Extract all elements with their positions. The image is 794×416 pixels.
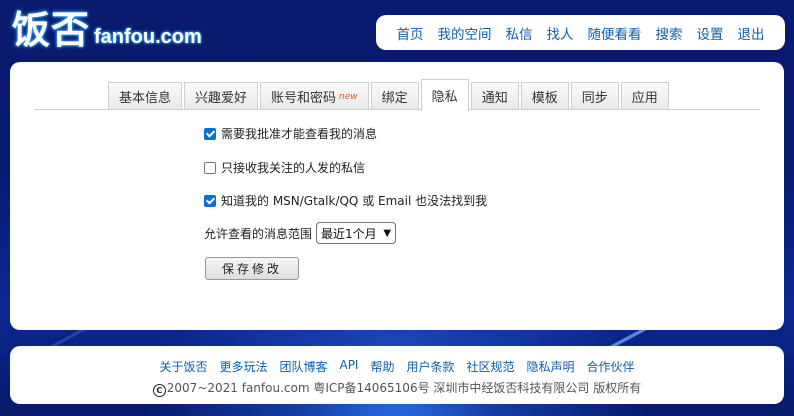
tab-label: 同步 xyxy=(581,91,608,106)
checkbox-dm-following-only[interactable] xyxy=(204,161,216,174)
tab-binding[interactable]: 绑定 xyxy=(370,82,419,110)
logo-chinese: 饭否 xyxy=(12,8,91,52)
tab-label: 绑定 xyxy=(381,91,408,106)
tab-label: 兴趣爱好 xyxy=(195,91,248,106)
tab-label: 应用 xyxy=(631,91,658,106)
checkbox-hide-from-search[interactable] xyxy=(204,194,216,207)
nav-home[interactable]: 首页 xyxy=(390,23,431,43)
settings-tabs: 基本信息 兴趣爱好 账号和密码 new 绑定 隐私 通知 模板 同步 应用 xyxy=(108,78,669,111)
footer-link-api[interactable]: API xyxy=(333,358,364,375)
footer-link-partners[interactable]: 合作伙伴 xyxy=(581,358,641,375)
option-label: 需要我批准才能查看我的消息 xyxy=(221,127,378,141)
footer-link-privacy[interactable]: 隐私声明 xyxy=(521,358,581,375)
site-logo[interactable]: 饭否 fanfou.com xyxy=(12,6,202,52)
tab-account-password[interactable]: 账号和密码 new xyxy=(260,82,369,110)
tab-label: 隐私 xyxy=(431,90,458,105)
tab-privacy[interactable]: 隐私 xyxy=(420,79,469,111)
nav-messages[interactable]: 私信 xyxy=(499,23,540,43)
message-range-label: 允许查看的消息范围 xyxy=(204,226,313,241)
tab-label: 账号和密码 xyxy=(271,91,337,106)
tab-basic-info[interactable]: 基本信息 xyxy=(108,82,183,110)
option-dm-following-only[interactable]: 只接收我关注的人发的私信 xyxy=(204,159,365,176)
nav-find-people[interactable]: 找人 xyxy=(540,23,581,43)
nav-logout[interactable]: 退出 xyxy=(731,23,772,43)
top-navigation: 首页 我的空间 私信 找人 随便看看 搜索 设置 退出 xyxy=(376,15,785,50)
tab-templates[interactable]: 模板 xyxy=(520,82,569,110)
new-badge: new xyxy=(339,91,358,102)
logo-domain: fanfou.com xyxy=(94,26,202,48)
footer-link-more[interactable]: 更多玩法 xyxy=(213,358,273,375)
tab-label: 基本信息 xyxy=(119,91,172,106)
tab-sync[interactable]: 同步 xyxy=(570,82,619,110)
message-range-select[interactable]: 最近1个月 ▼ xyxy=(316,222,397,244)
footer: 关于饭否 更多玩法 团队博客 API 帮助 用户条款 社区规范 隐私声明 合作伙… xyxy=(10,346,784,404)
tab-notifications[interactable]: 通知 xyxy=(470,82,519,110)
footer-links: 关于饭否 更多玩法 团队博客 API 帮助 用户条款 社区规范 隐私声明 合作伙… xyxy=(10,358,784,375)
chevron-down-icon: ▼ xyxy=(383,227,392,239)
save-button[interactable]: 保存修改 xyxy=(205,257,299,280)
nav-my-space[interactable]: 我的空间 xyxy=(431,23,499,43)
footer-link-rules[interactable]: 社区规范 xyxy=(461,358,521,375)
tab-label: 通知 xyxy=(481,91,508,106)
nav-browse[interactable]: 随便看看 xyxy=(581,23,649,43)
nav-search[interactable]: 搜索 xyxy=(649,23,690,43)
footer-link-about[interactable]: 关于饭否 xyxy=(153,358,213,375)
copyright: C 2007~2021 fanfou.com 粤ICP备14065106号 深圳市… xyxy=(10,379,784,397)
nav-settings[interactable]: 设置 xyxy=(690,23,731,43)
tab-interests[interactable]: 兴趣爱好 xyxy=(184,82,259,110)
footer-link-terms[interactable]: 用户条款 xyxy=(400,358,460,375)
copyright-text: 2007~2021 fanfou.com 粤ICP备14065106号 深圳市中… xyxy=(166,381,642,395)
settings-panel: 基本信息 兴趣爱好 账号和密码 new 绑定 隐私 通知 模板 同步 应用 需要我… xyxy=(10,62,784,330)
tab-label: 模板 xyxy=(531,91,558,106)
tab-divider xyxy=(34,109,760,110)
copyright-icon: C xyxy=(152,384,166,397)
checkbox-require-approval[interactable] xyxy=(204,127,216,140)
tab-apps[interactable]: 应用 xyxy=(620,82,669,110)
option-hide-from-search[interactable]: 知道我的 MSN/Gtalk/QQ 或 Email 也没法找到我 xyxy=(204,192,487,209)
option-label: 只接收我关注的人发的私信 xyxy=(221,161,366,175)
message-range-row: 允许查看的消息范围 最近1个月 ▼ xyxy=(204,222,397,244)
footer-link-blog[interactable]: 团队博客 xyxy=(273,358,333,375)
select-value: 最近1个月 xyxy=(321,226,377,241)
option-label: 知道我的 MSN/Gtalk/QQ 或 Email 也没法找到我 xyxy=(221,194,488,208)
option-require-approval[interactable]: 需要我批准才能查看我的消息 xyxy=(204,125,377,142)
footer-link-help[interactable]: 帮助 xyxy=(364,358,400,375)
